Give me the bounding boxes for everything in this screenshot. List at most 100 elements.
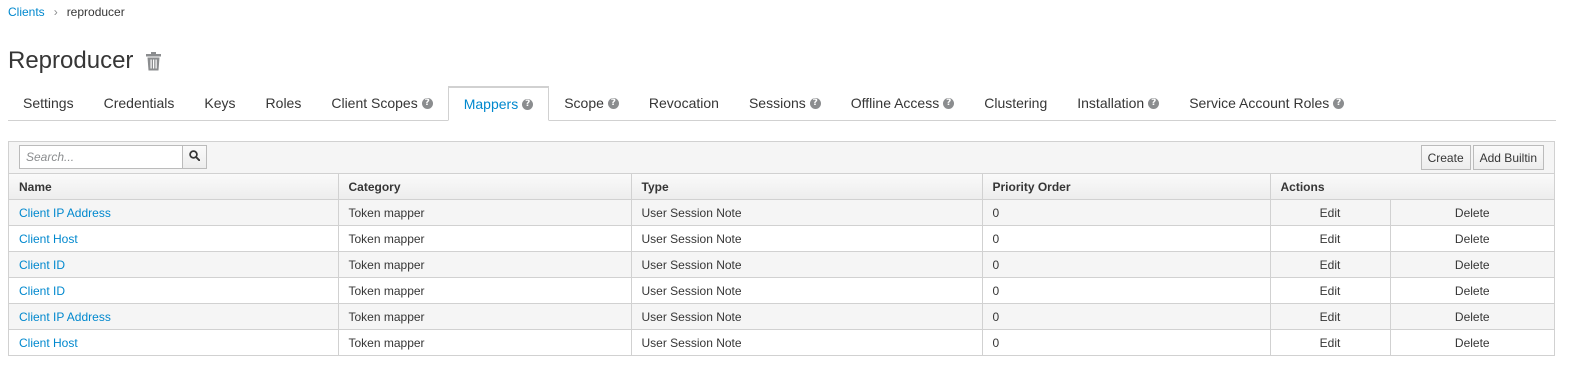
- edit-button[interactable]: Edit: [1270, 303, 1391, 330]
- tab-client-scopes[interactable]: Client Scopes?: [316, 86, 447, 120]
- page-title: Reproducer: [8, 47, 134, 74]
- mapper-category: Token mapper: [348, 283, 425, 298]
- edit-button[interactable]: Edit: [1270, 225, 1391, 252]
- edit-button[interactable]: Edit: [1270, 251, 1391, 278]
- tab-keys[interactable]: Keys: [189, 86, 250, 120]
- edit-button-label: Edit: [1319, 309, 1341, 324]
- table-cell: User Session Note: [631, 277, 983, 304]
- table-cell: Token mapper: [338, 277, 632, 304]
- delete-button[interactable]: Delete: [1390, 329, 1554, 355]
- mapper-priority-order: 0: [992, 309, 1000, 324]
- add-builtin-button[interactable]: Add Builtin: [1472, 145, 1544, 170]
- tab-settings[interactable]: Settings: [8, 86, 89, 120]
- table-cell: Token mapper: [338, 251, 632, 278]
- tab-label: Settings: [23, 95, 74, 111]
- toolbar-actions: Create Add Builtin: [1420, 145, 1544, 170]
- mapper-name-link[interactable]: Client IP Address: [19, 206, 111, 220]
- create-button[interactable]: Create: [1420, 145, 1471, 170]
- mapper-type: User Session Note: [641, 309, 742, 324]
- search-box: [19, 145, 207, 169]
- question-circle-icon[interactable]: ?: [809, 97, 821, 109]
- table-cell: 0: [982, 225, 1271, 252]
- tab-label: Service Account Roles: [1189, 95, 1330, 111]
- mapper-priority-order: 0: [992, 257, 1000, 272]
- breadcrumb: Clients › reproducer: [8, 5, 125, 19]
- tab-scope[interactable]: Scope?: [549, 86, 634, 120]
- edit-button-label: Edit: [1319, 283, 1341, 298]
- tab-label: Offline Access: [850, 95, 940, 111]
- search-input[interactable]: [19, 145, 183, 169]
- delete-button[interactable]: Delete: [1390, 225, 1554, 252]
- mapper-name-link[interactable]: Client Host: [19, 232, 78, 246]
- mapper-priority-order: 0: [992, 205, 1000, 220]
- mapper-type: User Session Note: [641, 231, 742, 246]
- edit-button[interactable]: Edit: [1270, 329, 1391, 355]
- tab-label: Revocation: [648, 95, 719, 111]
- mapper-priority-order: 0: [992, 283, 1000, 298]
- question-circle-icon[interactable]: ?: [943, 97, 955, 109]
- column-header-priority-order: Priority Order: [982, 174, 1271, 200]
- mapper-name-link[interactable]: Client Host: [19, 336, 78, 350]
- delete-button-label: Delete: [1454, 205, 1490, 220]
- delete-button-label: Delete: [1454, 309, 1490, 324]
- question-circle-icon[interactable]: ?: [522, 98, 534, 110]
- table-cell: Client IP Address: [9, 199, 339, 226]
- tab-label: Scope: [564, 95, 604, 111]
- tab-service-account-roles[interactable]: Service Account Roles?: [1174, 86, 1359, 120]
- tab-mappers[interactable]: Mappers?: [447, 86, 550, 121]
- question-circle-icon[interactable]: ?: [1148, 97, 1160, 109]
- question-circle-icon[interactable]: ?: [421, 97, 433, 109]
- question-circle-icon[interactable]: ?: [607, 97, 619, 109]
- edit-button[interactable]: Edit: [1270, 277, 1391, 304]
- delete-button[interactable]: Delete: [1390, 251, 1554, 278]
- table-cell: Client Host: [9, 329, 339, 355]
- edit-button-label: Edit: [1319, 231, 1341, 246]
- breadcrumb-separator: ›: [53, 5, 58, 19]
- mapper-priority-order: 0: [992, 231, 1000, 246]
- breadcrumb-clients-link[interactable]: Clients: [8, 5, 45, 19]
- table-cell: User Session Note: [631, 303, 983, 330]
- mapper-type: User Session Note: [641, 283, 742, 298]
- table-cell: Client IP Address: [9, 303, 339, 330]
- delete-button[interactable]: Delete: [1390, 199, 1554, 226]
- table-cell: 0: [982, 251, 1271, 278]
- tab-sessions[interactable]: Sessions?: [734, 86, 836, 120]
- table-row: Client ID Token mapper User Session Note 0 E…: [9, 277, 1554, 304]
- table-cell: 0: [982, 277, 1271, 304]
- tab-offline-access[interactable]: Offline Access?: [836, 86, 969, 120]
- mapper-category: Token mapper: [348, 205, 425, 220]
- tab-clustering[interactable]: Clustering: [969, 86, 1062, 120]
- search-button[interactable]: [183, 145, 207, 169]
- question-circle-icon[interactable]: ?: [1333, 97, 1345, 109]
- table-cell: User Session Note: [631, 251, 983, 278]
- delete-button-label: Delete: [1454, 335, 1490, 350]
- tab-label: Mappers: [463, 96, 519, 112]
- tab-credentials[interactable]: Credentials: [89, 86, 190, 120]
- tab-installation[interactable]: Installation?: [1062, 86, 1174, 120]
- trash-icon[interactable]: [146, 51, 162, 71]
- mappers-table: Name Category Type Priority Order Action…: [9, 174, 1554, 355]
- delete-button[interactable]: Delete: [1390, 277, 1554, 304]
- mapper-name-link[interactable]: Client ID: [19, 258, 65, 272]
- mappers-table-panel: Create Add Builtin Name Category Type Pr…: [8, 141, 1555, 356]
- table-cell: User Session Note: [631, 329, 983, 355]
- delete-button-label: Delete: [1454, 283, 1490, 298]
- table-header-row: Name Category Type Priority Order Action…: [9, 174, 1554, 200]
- mapper-name-link[interactable]: Client ID: [19, 284, 65, 298]
- table-cell: 0: [982, 329, 1271, 355]
- table-cell: User Session Note: [631, 199, 983, 226]
- delete-button-label: Delete: [1454, 257, 1490, 272]
- tab-label: Credentials: [103, 95, 175, 111]
- delete-button[interactable]: Delete: [1390, 303, 1554, 330]
- edit-button[interactable]: Edit: [1270, 199, 1391, 226]
- tab-label: Sessions: [748, 95, 806, 111]
- table-cell: Token mapper: [338, 303, 632, 330]
- table-row: Client Host Token mapper User Session Note…: [9, 225, 1554, 252]
- mapper-name-link[interactable]: Client IP Address: [19, 310, 111, 324]
- tab-revocation[interactable]: Revocation: [634, 86, 734, 120]
- table-toolbar: Create Add Builtin: [9, 142, 1554, 174]
- breadcrumb-current: reproducer: [66, 5, 125, 19]
- tab-roles[interactable]: Roles: [251, 86, 317, 120]
- table-row: Client IP Address Token mapper User Sessio…: [9, 199, 1554, 226]
- delete-button-label: Delete: [1454, 231, 1490, 246]
